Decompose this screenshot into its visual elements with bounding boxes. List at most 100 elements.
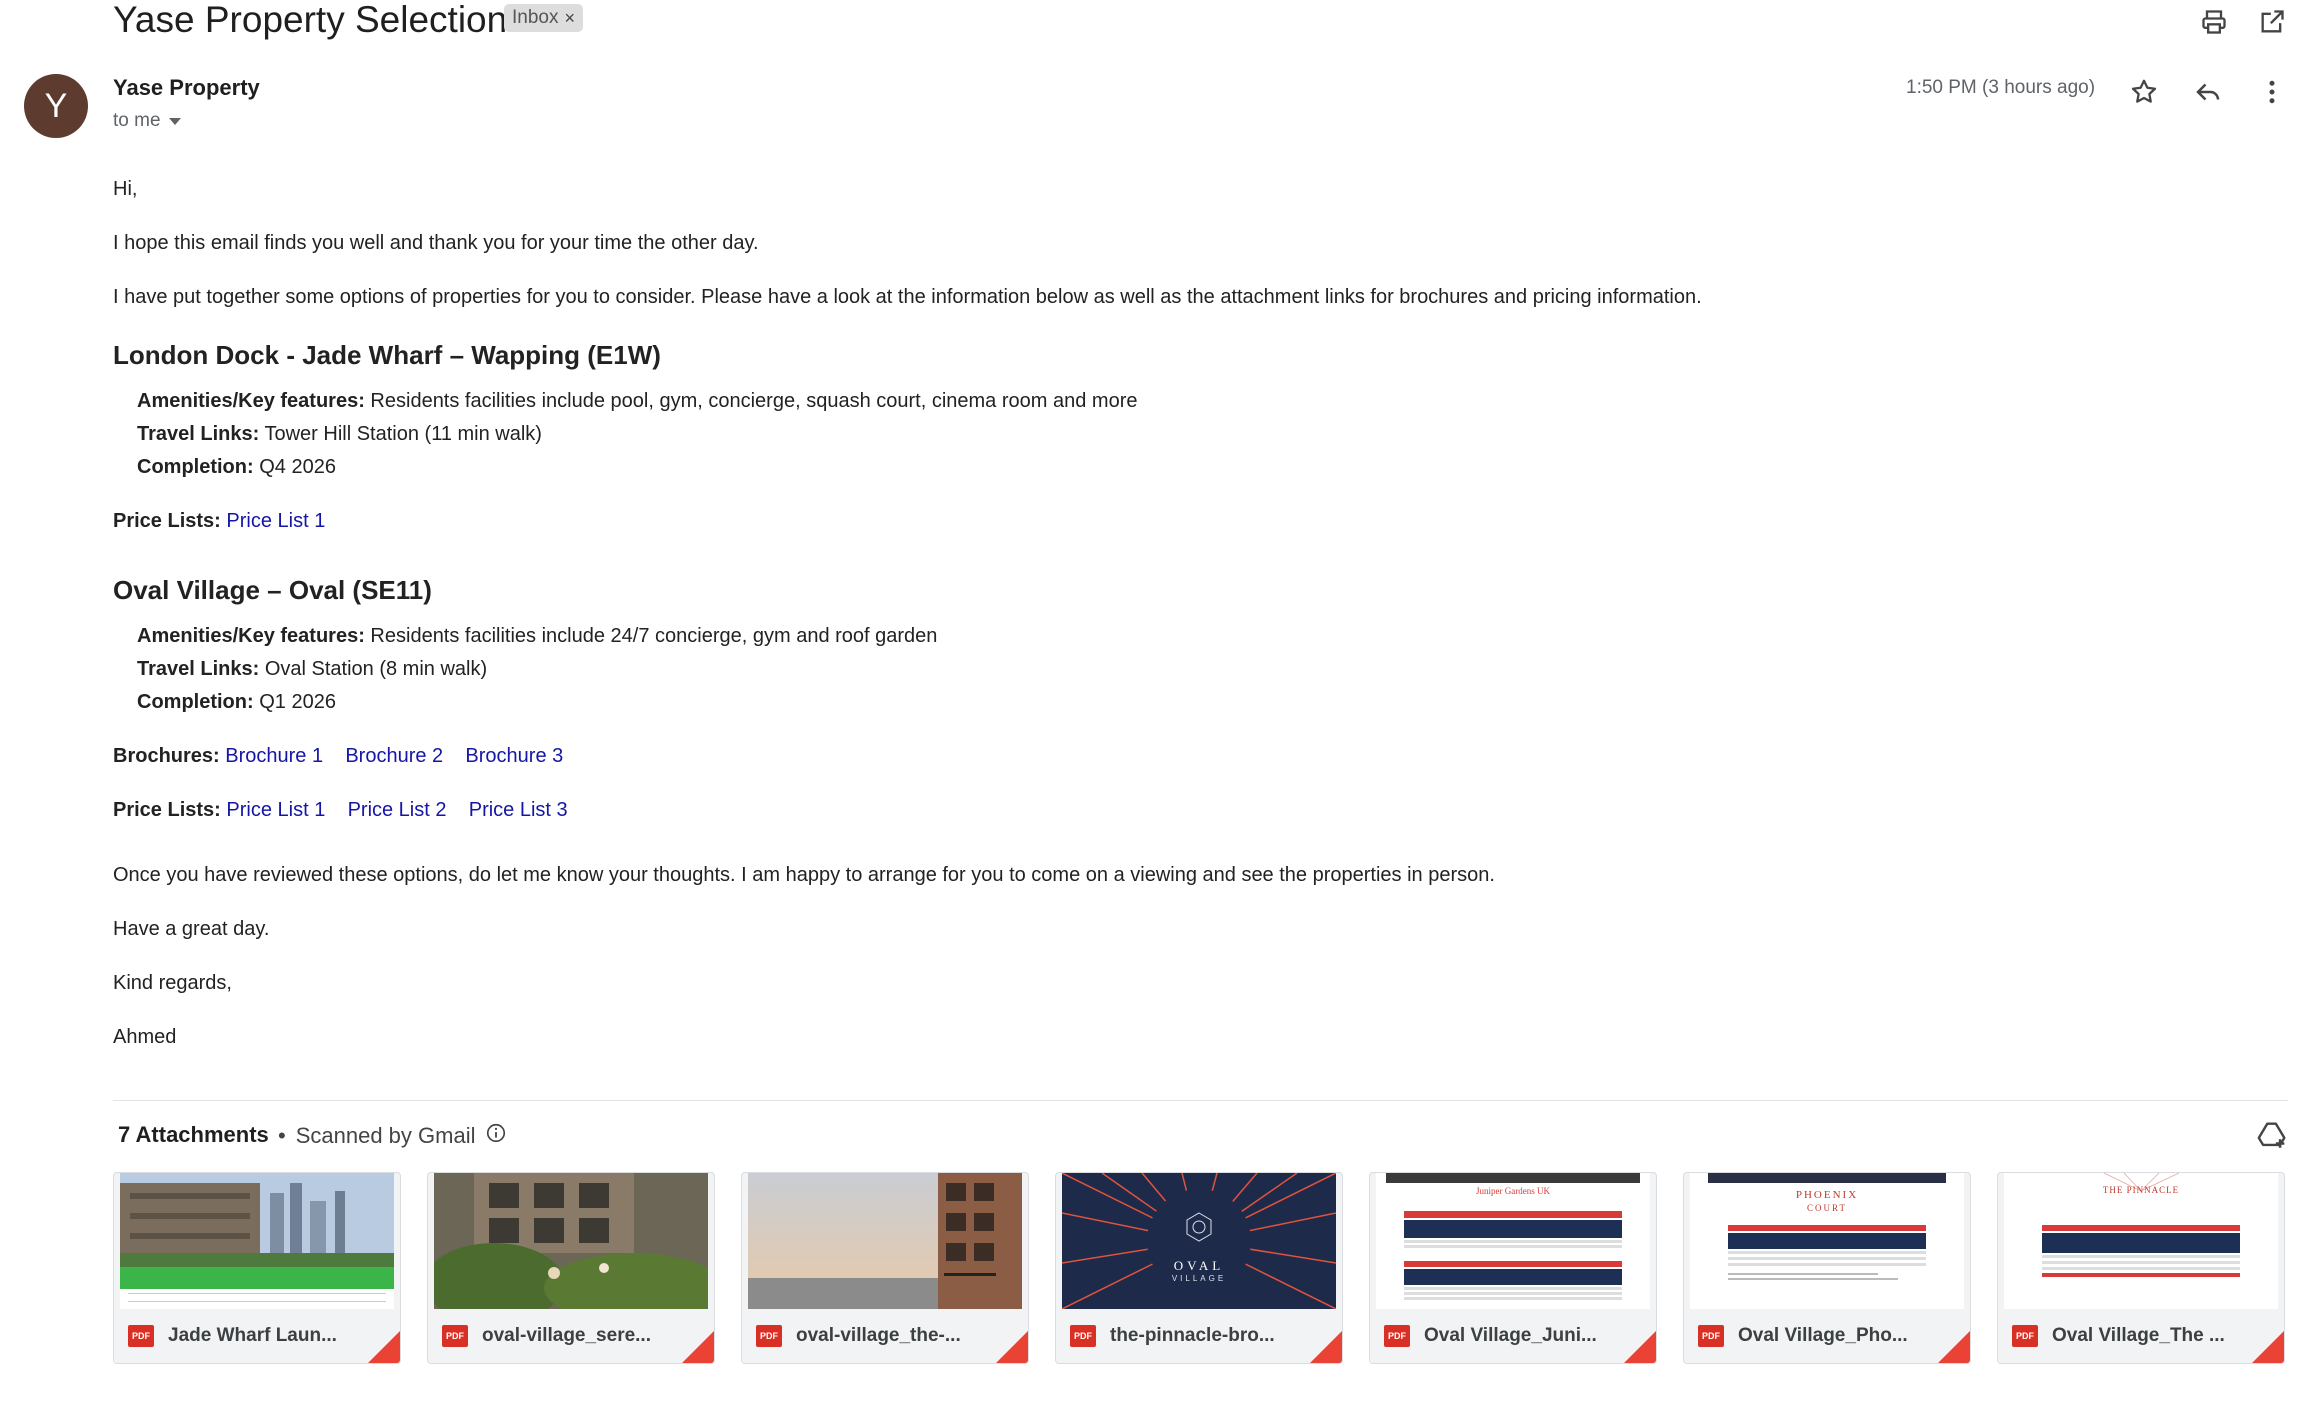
price-list-link[interactable]: Price List 1: [226, 799, 325, 821]
oval-village-completion: Completion: Q1 2026: [137, 691, 336, 714]
attachment-filename: the-pinnacle-bro...: [1110, 1325, 1275, 1346]
page-fold-icon: [368, 1331, 400, 1363]
attachment-thumbnail: Juniper Gardens UK: [1376, 1173, 1650, 1309]
attachments-divider: [113, 1100, 2288, 1101]
price-lists-label: Price Lists:: [113, 510, 221, 532]
attachments-count: 7 Attachments: [118, 1122, 269, 1147]
recipient-details-toggle[interactable]: to me: [113, 110, 181, 132]
amenities-value: Residents facilities include 24/7 concie…: [364, 625, 938, 647]
attachment-filename: oval-village_the-...: [796, 1325, 961, 1346]
attachment-filename: Oval Village_Pho...: [1738, 1325, 1908, 1346]
attachment-thumbnail: OVAL VILLAGE: [1062, 1173, 1336, 1309]
info-icon[interactable]: [485, 1122, 507, 1150]
travel-value: Oval Station (8 min walk): [259, 658, 488, 680]
attachment-card[interactable]: PDF Jade Wharf Laun...: [113, 1172, 401, 1364]
oval-village-travel: Travel Links: Oval Station (8 min walk): [137, 658, 487, 681]
section-title-jade-wharf: London Dock - Jade Wharf – Wapping (E1W): [113, 340, 661, 370]
jade-wharf-completion: Completion: Q4 2026: [137, 456, 336, 479]
page-fold-icon: [2252, 1331, 2284, 1363]
brochure-link[interactable]: Brochure 3: [465, 745, 563, 767]
attachment-footer: PDF Jade Wharf Laun...: [114, 1309, 400, 1363]
star-icon[interactable]: [2124, 72, 2164, 112]
recipient-text: to me: [113, 110, 161, 131]
travel-value: Tower Hill Station (11 min walk): [259, 423, 542, 445]
inbox-label-chip[interactable]: Inbox ×: [504, 4, 583, 32]
brochure-link[interactable]: Brochure 2: [345, 745, 443, 767]
pdf-icon: PDF: [442, 1325, 468, 1347]
pdf-icon: PDF: [1384, 1325, 1410, 1347]
attachment-thumbnail: [120, 1173, 394, 1309]
page-fold-icon: [682, 1331, 714, 1363]
pinnacle-heading: THE PINNACLE: [2102, 1185, 2180, 1195]
price-lists-label: Price Lists:: [113, 799, 221, 821]
more-options-icon[interactable]: [2252, 72, 2292, 112]
page-fold-icon: [1938, 1331, 1970, 1363]
attachment-footer: PDF Oval Village_Pho...: [1684, 1309, 1970, 1363]
page-fold-icon: [1310, 1331, 1342, 1363]
body-paragraph-2: I have put together some options of prop…: [113, 286, 1702, 308]
completion-label: Completion:: [137, 456, 254, 478]
sender-name[interactable]: Yase Property: [113, 75, 260, 101]
scanned-by-gmail: • Scanned by Gmail: [278, 1122, 507, 1150]
oval-village-logo-subtext: VILLAGE: [1171, 1274, 1227, 1283]
attachment-thumbnail: THE PINNACLE: [2004, 1173, 2278, 1309]
phoenix-subheading: COURT: [1807, 1203, 1847, 1213]
jade-wharf-amenities: Amenities/Key features: Residents facili…: [137, 390, 1137, 413]
body-paragraph-1: I hope this email finds you well and tha…: [113, 232, 759, 254]
reply-icon[interactable]: [2188, 72, 2228, 112]
price-list-link[interactable]: Price List 3: [469, 799, 568, 821]
attachment-card[interactable]: PDF oval-village_the-...: [741, 1172, 1029, 1364]
jade-wharf-travel: Travel Links: Tower Hill Station (11 min…: [137, 423, 542, 446]
pdf-icon: PDF: [2012, 1325, 2038, 1347]
attachment-card[interactable]: OVAL VILLAGE PDF the-pinnacle-bro...: [1055, 1172, 1343, 1364]
completion-value: Q4 2026: [253, 456, 336, 478]
amenities-value: Residents facilities include pool, gym, …: [364, 390, 1138, 412]
print-icon[interactable]: [2194, 2, 2234, 42]
sender-avatar[interactable]: Y: [24, 74, 88, 138]
attachment-card[interactable]: PHOENIX COURT PDF Oval Village_Pho...: [1683, 1172, 1971, 1364]
body-paragraph-5: Kind regards,: [113, 972, 232, 994]
price-list-link[interactable]: Price List 2: [348, 799, 447, 821]
email-subject: Yase Property Selection: [113, 0, 508, 40]
attachment-card[interactable]: Juniper Gardens UK PDF Oval Village_Juni…: [1369, 1172, 1657, 1364]
remove-label-icon[interactable]: ×: [564, 8, 575, 29]
attachment-thumbnail: [434, 1173, 708, 1309]
page-fold-icon: [1624, 1331, 1656, 1363]
attachment-footer: PDF oval-village_sere...: [428, 1309, 714, 1363]
body-paragraph-3: Once you have reviewed these options, do…: [113, 864, 1495, 886]
page-fold-icon: [996, 1331, 1028, 1363]
pdf-icon: PDF: [1070, 1325, 1096, 1347]
brochures-label: Brochures:: [113, 745, 220, 767]
completion-label: Completion:: [137, 691, 254, 713]
attachment-filename: oval-village_sere...: [482, 1325, 651, 1346]
pdf-icon: PDF: [756, 1325, 782, 1347]
scanned-text: Scanned by Gmail: [295, 1123, 476, 1148]
completion-value: Q1 2026: [253, 691, 336, 713]
attachment-card[interactable]: THE PINNACLE PDF Oval Village_The ...: [1997, 1172, 2285, 1364]
jade-wharf-price-lists: Price Lists: Price List 1: [113, 510, 325, 533]
greeting-text: Hi,: [113, 178, 138, 200]
attachment-filename: Oval Village_The ...: [2052, 1325, 2225, 1346]
attachment-filename: Oval Village_Juni...: [1424, 1325, 1597, 1346]
amenities-label: Amenities/Key features:: [137, 625, 365, 647]
travel-label: Travel Links:: [137, 423, 260, 445]
phoenix-heading: PHOENIX: [1795, 1189, 1859, 1201]
oval-village-logo-text: OVAL: [1173, 1258, 1225, 1273]
chevron-down-icon: [168, 117, 181, 125]
travel-label: Travel Links:: [137, 658, 260, 680]
signature: Ahmed: [113, 1026, 177, 1048]
open-new-window-icon[interactable]: [2252, 2, 2292, 42]
oval-village-brochures: Brochures: Brochure 1 Brochure 2 Brochur…: [113, 745, 563, 768]
pdf-icon: PDF: [1698, 1325, 1724, 1347]
pdf-icon: PDF: [128, 1325, 154, 1347]
section-title-oval-village: Oval Village – Oval (SE11): [113, 575, 432, 605]
attachment-footer: PDF Oval Village_The ...: [1998, 1309, 2284, 1363]
brochure-link[interactable]: Brochure 1: [225, 745, 323, 767]
amenities-label: Amenities/Key features:: [137, 390, 365, 412]
attachment-thumbnail: PHOENIX COURT: [1690, 1173, 1964, 1309]
attachment-card[interactable]: PDF oval-village_sere...: [427, 1172, 715, 1364]
inbox-label-text: Inbox: [512, 7, 559, 28]
add-to-drive-icon[interactable]: [2256, 1118, 2292, 1154]
price-list-link[interactable]: Price List 1: [226, 510, 325, 532]
juniper-heading: Juniper Gardens UK: [1476, 1186, 1550, 1196]
